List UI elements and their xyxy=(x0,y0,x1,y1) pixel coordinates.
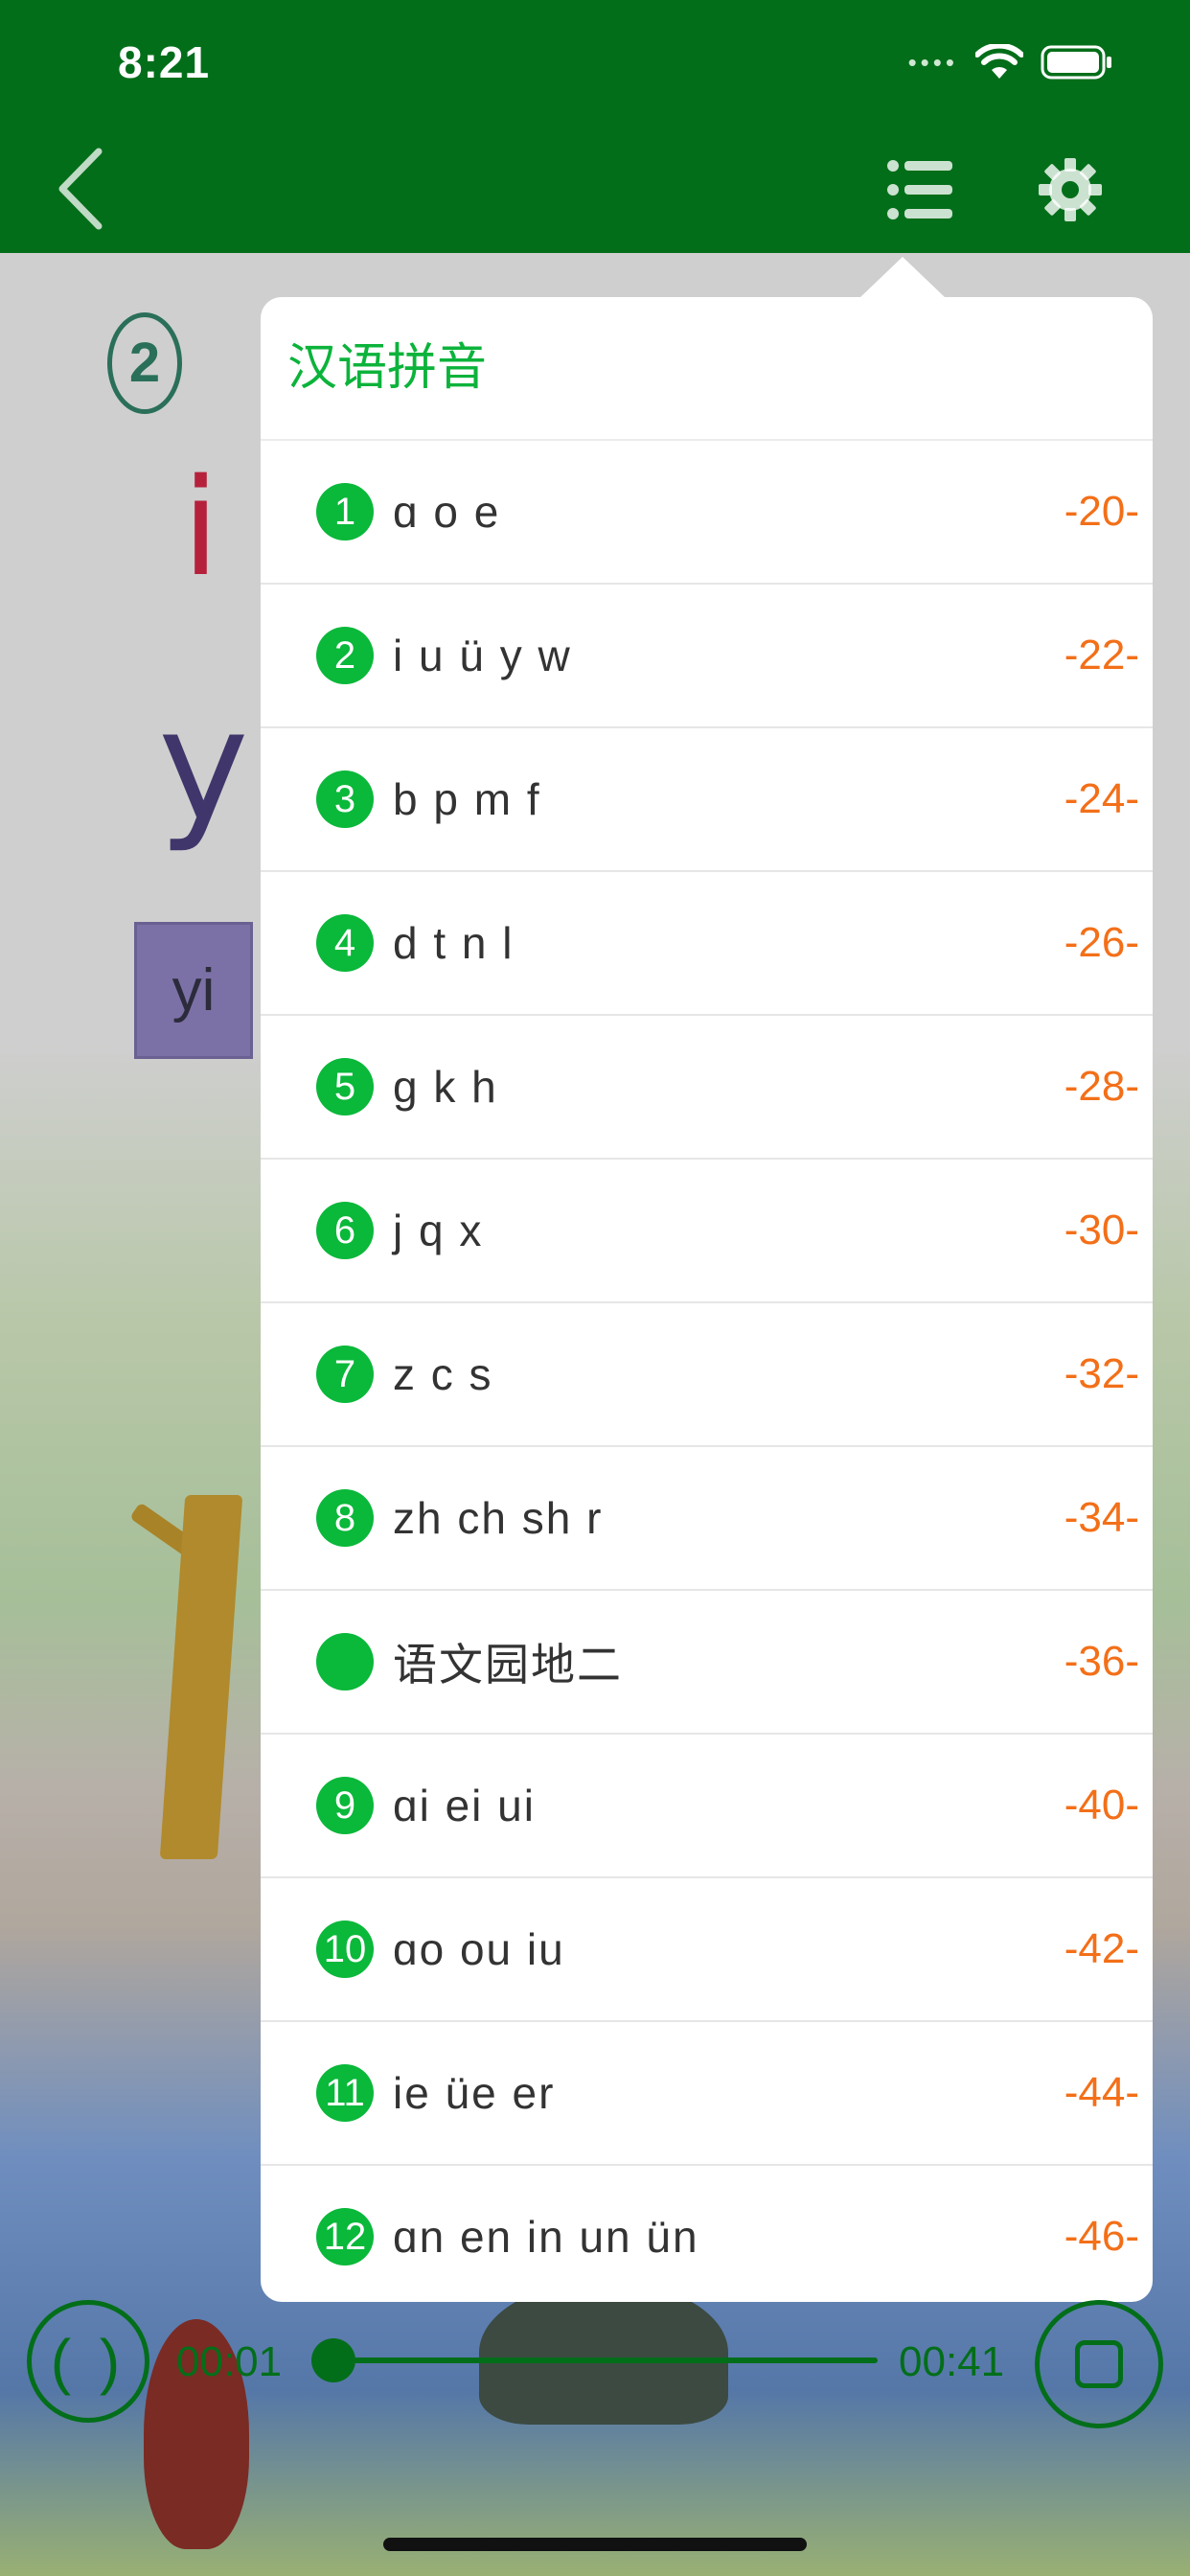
battery-icon xyxy=(1041,44,1113,80)
chapter-row[interactable]: 12 ɑn en in un ün -46- xyxy=(261,2166,1153,2302)
total-time: 00:41 xyxy=(899,2338,1005,2385)
chapter-number-badge: 7 xyxy=(316,1346,374,1403)
chapter-row[interactable]: 10 ɑo ou iu -42- xyxy=(261,1878,1153,2022)
chapter-page: -32- xyxy=(1064,1350,1139,1397)
chapter-label: zh ch sh r xyxy=(393,1493,604,1543)
signal-icon: •••• xyxy=(907,47,958,77)
chapter-row[interactable]: 4 d t n l -26- xyxy=(261,872,1153,1016)
chapter-label: ɑo ou iu xyxy=(393,1924,565,1974)
chapter-row[interactable]: 语文园地二 -36- xyxy=(261,1591,1153,1735)
status-indicators: •••• xyxy=(908,43,1113,81)
chapter-row[interactable]: 7 z c s -32- xyxy=(261,1303,1153,1447)
chapter-label: ie üe er xyxy=(393,2068,556,2118)
chapter-label: j q x xyxy=(393,1206,484,1255)
chapter-number-badge: 2 xyxy=(316,627,374,684)
status-time: 8:21 xyxy=(118,37,211,87)
chapter-label: b p m f xyxy=(393,774,541,824)
chapter-page: -20- xyxy=(1064,488,1139,535)
chapter-page: -26- xyxy=(1064,919,1139,966)
chapter-number-badge: 12 xyxy=(316,2208,374,2266)
chapter-row[interactable]: 3 b p m f -24- xyxy=(261,728,1153,872)
stop-icon xyxy=(1075,2340,1123,2388)
chapter-number-badge: 1 xyxy=(316,483,374,540)
chapter-popover: 汉语拼音 1 ɑ o e -20- 2 i u ü y w -22- 3 b p m f -24… xyxy=(261,297,1153,2302)
chapter-row[interactable]: 8 zh ch sh r -34- xyxy=(261,1447,1153,1591)
chapter-label: ɑ o e xyxy=(393,487,501,537)
progress-slider[interactable] xyxy=(310,2338,878,2382)
pinyin-letter-y: y xyxy=(158,676,249,855)
chapter-row[interactable]: 2 i u ü y w -22- xyxy=(261,585,1153,728)
list-menu-icon[interactable] xyxy=(885,156,954,223)
chapter-row[interactable]: 5 g k h -28- xyxy=(261,1016,1153,1160)
progress-thumb[interactable] xyxy=(310,2338,355,2382)
chapter-number-badge: 3 xyxy=(316,770,374,828)
popover-arrow xyxy=(858,257,947,299)
chapter-number-badge: 6 xyxy=(316,1202,374,1259)
stop-button[interactable] xyxy=(1035,2300,1163,2428)
chapter-page: -28- xyxy=(1064,1063,1139,1110)
chapter-number-badge: 8 xyxy=(316,1489,374,1547)
chapter-row[interactable]: 6 j q x -30- xyxy=(261,1160,1153,1303)
chapter-label: g k h xyxy=(393,1062,498,1112)
chapter-number-badge: 5 xyxy=(316,1058,374,1116)
chapter-page: -40- xyxy=(1064,1782,1139,1828)
home-indicator[interactable] xyxy=(383,2538,807,2551)
back-chevron-icon[interactable] xyxy=(53,144,110,235)
chapter-row[interactable]: 1 ɑ o e -20- xyxy=(261,441,1153,585)
chapter-page: -34- xyxy=(1064,1494,1139,1541)
chapter-label: i u ü y w xyxy=(393,631,572,680)
chapter-number-badge xyxy=(316,1633,374,1690)
wifi-icon xyxy=(975,44,1023,80)
chapter-page: -46- xyxy=(1064,2213,1139,2260)
chapter-label: 语文园地二 xyxy=(393,1640,623,1690)
chapter-page: -24- xyxy=(1064,775,1139,822)
lesson-number-badge: 2 xyxy=(107,312,182,414)
chapter-number-badge: 9 xyxy=(316,1777,374,1834)
chapter-label: z c s xyxy=(393,1349,493,1399)
play-pause-button[interactable]: ( ) xyxy=(27,2300,149,2423)
chapter-label: ɑn en in un ün xyxy=(393,2212,699,2262)
navigation-bar: 8:21 •••• xyxy=(0,0,1190,253)
chapter-row[interactable]: 11 ie üe er -44- xyxy=(261,2022,1153,2166)
pinyin-letter-i: i xyxy=(182,450,219,607)
chapter-number-badge: 10 xyxy=(316,1920,374,1978)
gear-icon[interactable] xyxy=(1037,156,1104,223)
chapter-page: -22- xyxy=(1064,632,1139,678)
chapter-page: -44- xyxy=(1064,2069,1139,2116)
chapter-row[interactable]: 9 ɑi ei ui -40- xyxy=(261,1735,1153,1878)
chapter-label: d t n l xyxy=(393,918,515,968)
syllable-card-yi: yi xyxy=(134,922,253,1059)
chapter-number-badge: 4 xyxy=(316,914,374,972)
turtle-illustration xyxy=(479,2281,728,2425)
chapter-page: -36- xyxy=(1064,1638,1139,1685)
chapter-page: -42- xyxy=(1064,1925,1139,1972)
chapter-number-badge: 11 xyxy=(316,2064,374,2122)
chapter-label: ɑi ei ui xyxy=(393,1781,536,1830)
current-time: 00:01 xyxy=(176,2338,283,2385)
popover-title: 汉语拼音 xyxy=(261,297,1153,441)
chapter-page: -30- xyxy=(1064,1207,1139,1254)
